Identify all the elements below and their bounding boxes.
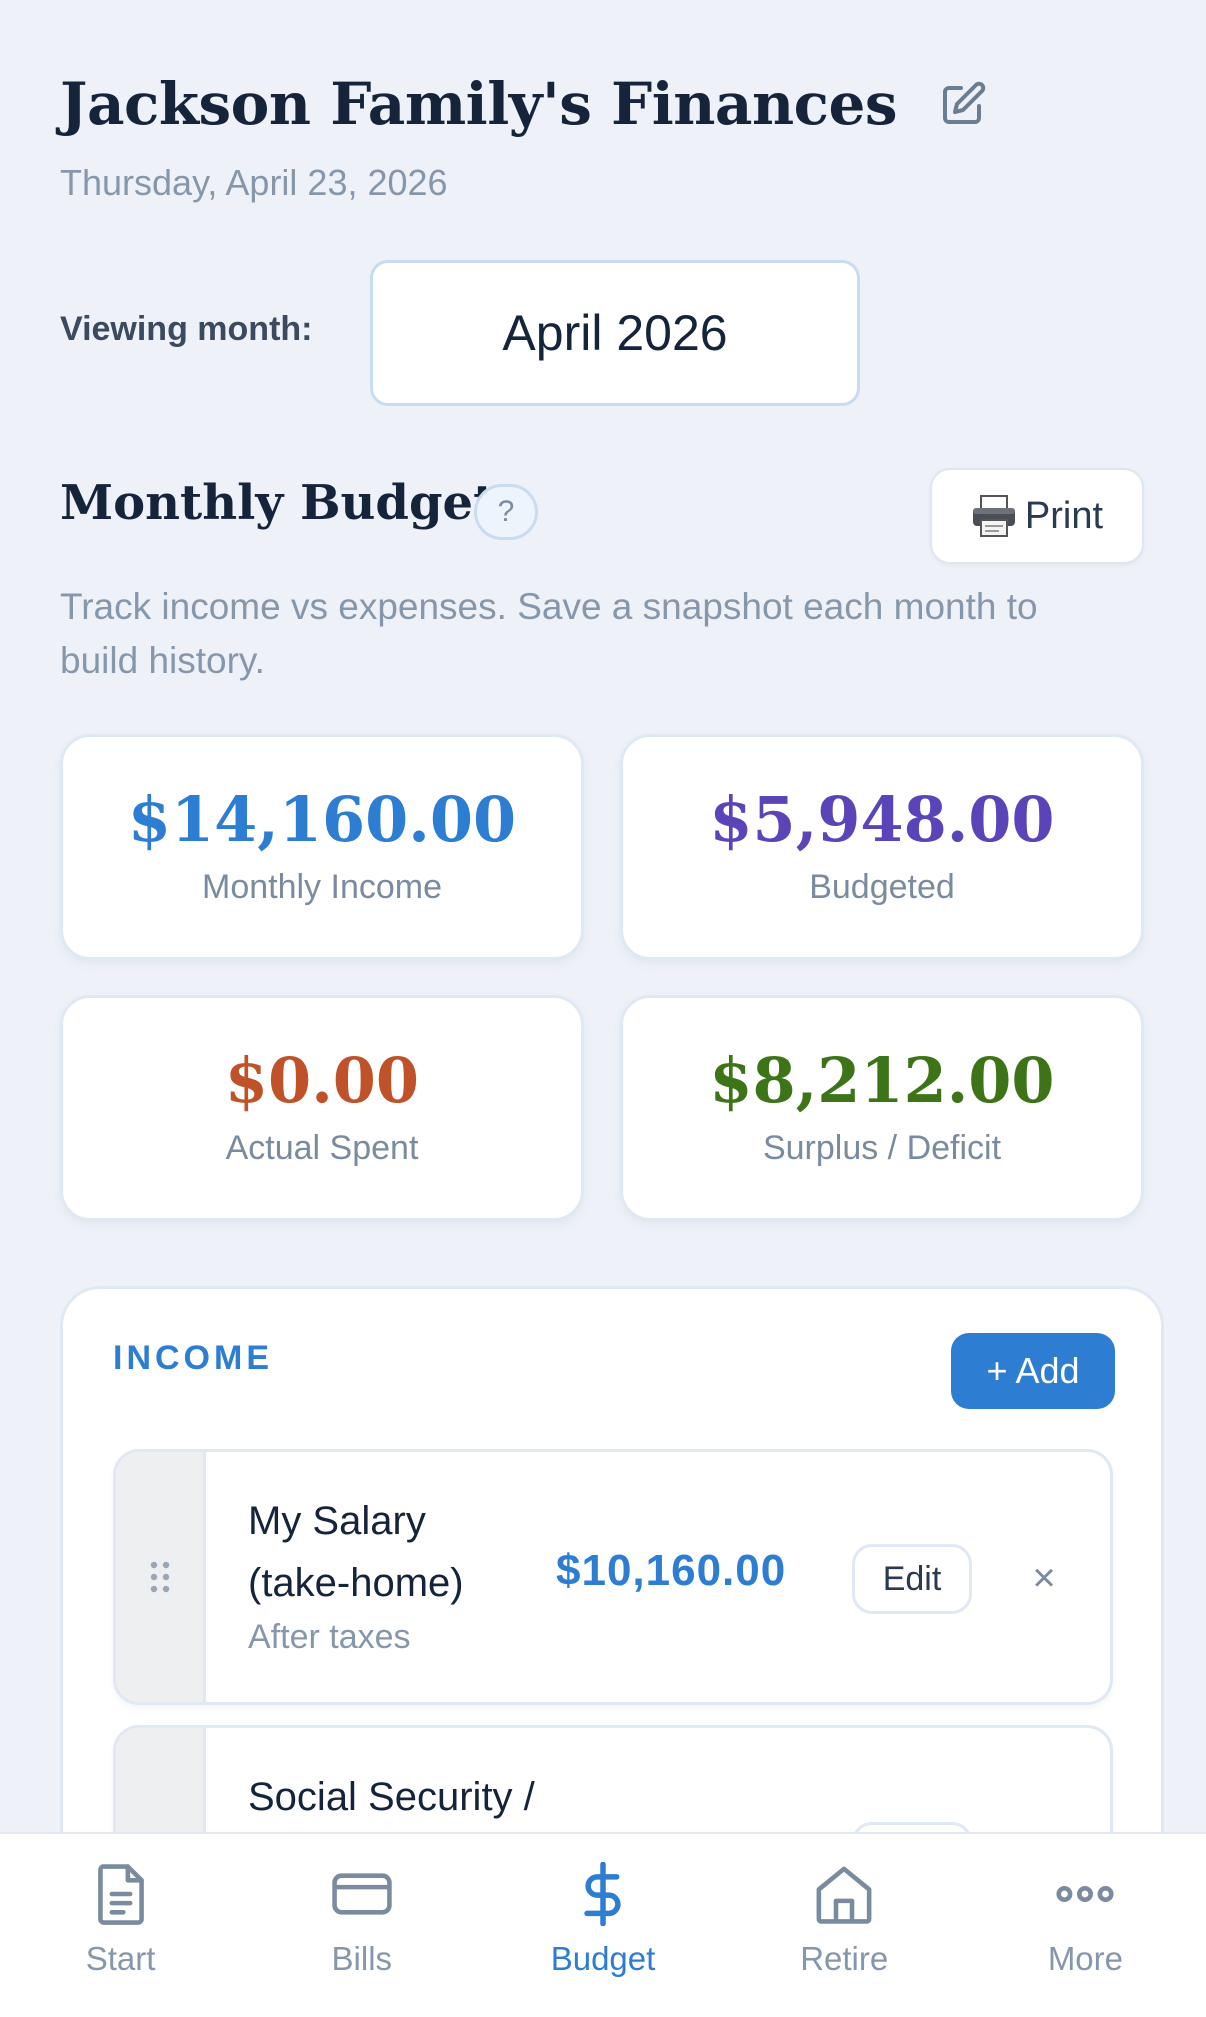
- print-label: Print: [1024, 494, 1104, 537]
- remove-income-button[interactable]: ×: [1016, 1550, 1072, 1606]
- section-description: Track income vs expenses. Save a snapsho…: [60, 586, 1038, 681]
- stat-card-budgeted: $5,948.00 Budgeted: [620, 734, 1144, 960]
- stat-card-surplus: $8,212.00 Surplus / Deficit: [620, 995, 1144, 1221]
- nav-label: Bills: [331, 1940, 393, 1977]
- dollar-icon: [584, 1862, 621, 1926]
- stat-value: $14,160.00: [127, 783, 517, 856]
- edit-income-button[interactable]: Edit: [852, 1544, 972, 1614]
- nav-label: More: [1047, 1940, 1123, 1977]
- home-icon: [816, 1866, 872, 1924]
- bottom-nav: Start Bills Budget Retire More: [0, 1832, 1206, 2017]
- stat-label: Budgeted: [809, 868, 955, 906]
- income-amount: $10,160.00: [556, 1546, 787, 1595]
- title-row: Jackson Family's Finances: [60, 70, 987, 138]
- nav-budget[interactable]: Budget: [482, 1834, 723, 2017]
- print-button[interactable]: Print: [930, 468, 1144, 564]
- nav-start[interactable]: Start: [0, 1834, 241, 2017]
- current-date: Thursday, April 23, 2026: [60, 162, 448, 203]
- add-income-button[interactable]: + Add: [951, 1333, 1115, 1409]
- nav-label: Start: [85, 1940, 156, 1977]
- printer-icon: [972, 495, 1015, 537]
- page-title: Jackson Family's Finances: [60, 70, 898, 138]
- income-name: My Salary (take-home): [248, 1499, 464, 1605]
- card-icon: [332, 1873, 392, 1915]
- section-title: Monthly Budget: [60, 475, 496, 531]
- nav-retire[interactable]: Retire: [724, 1834, 965, 2017]
- stat-label: Surplus / Deficit: [762, 1129, 1002, 1167]
- edit-title-icon[interactable]: [939, 80, 987, 128]
- income-note: After taxes: [248, 1618, 411, 1656]
- stat-label: Actual Spent: [225, 1129, 419, 1167]
- nav-label: Budget: [550, 1940, 656, 1977]
- stat-value: $0.00: [224, 1044, 420, 1117]
- stat-value: $5,948.00: [709, 783, 1055, 856]
- drag-handle-icon: [150, 1561, 169, 1593]
- stat-card-income: $14,160.00 Monthly Income: [60, 734, 584, 960]
- income-name: Social Security /: [248, 1775, 535, 1819]
- nav-more[interactable]: More: [965, 1834, 1206, 2017]
- drag-handle[interactable]: [116, 1452, 206, 1702]
- month-selector-row: Viewing month: April 2026: [60, 260, 860, 406]
- stat-value: $8,212.00: [709, 1044, 1055, 1117]
- nav-bills[interactable]: Bills: [241, 1834, 482, 2017]
- income-row: My Salary (take-home) After taxes $10,16…: [113, 1449, 1113, 1705]
- income-heading: INCOME: [113, 1339, 273, 1377]
- help-button[interactable]: ?: [474, 484, 538, 540]
- stat-card-actual-spent: $0.00 Actual Spent: [60, 995, 584, 1221]
- month-picker[interactable]: April 2026: [370, 260, 860, 406]
- more-dots-icon: [1056, 1886, 1114, 1902]
- document-icon: [97, 1864, 144, 1925]
- stat-label: Monthly Income: [202, 868, 442, 906]
- viewing-month-label: Viewing month:: [60, 310, 313, 348]
- nav-label: Retire: [800, 1940, 889, 1977]
